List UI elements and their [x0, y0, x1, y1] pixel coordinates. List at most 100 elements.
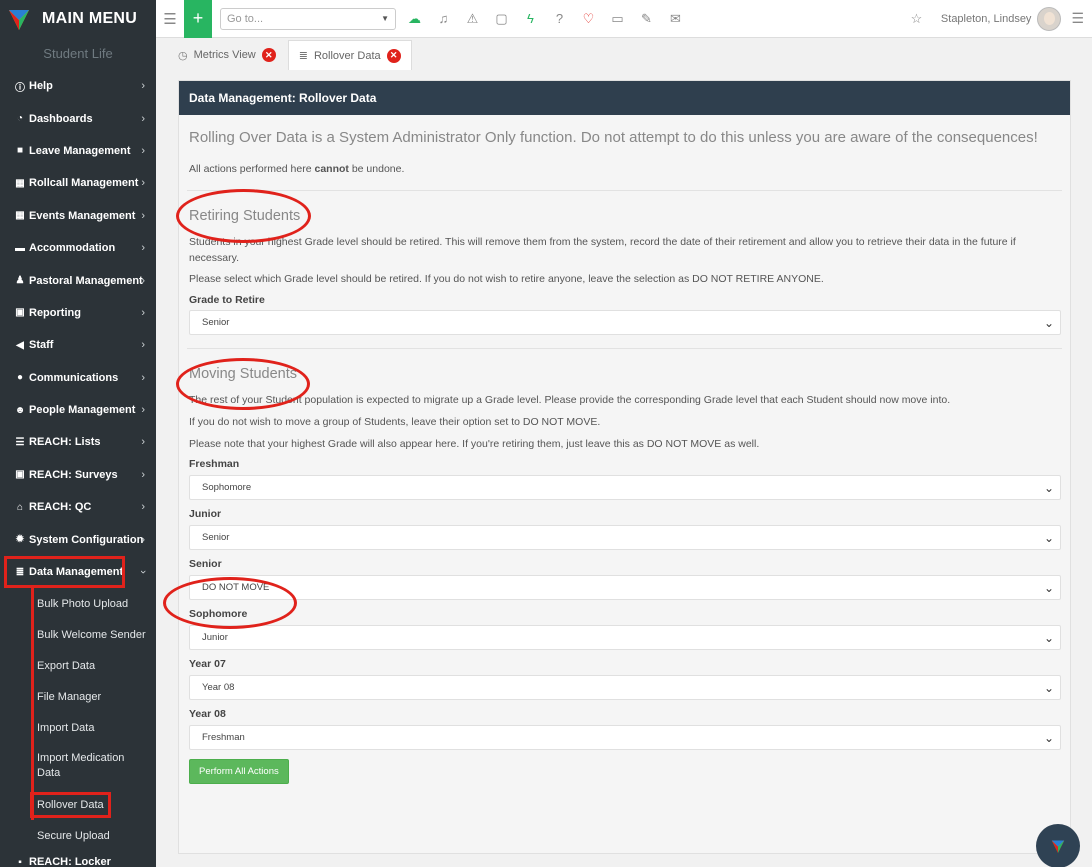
warning-icon[interactable]: ⚠	[458, 11, 487, 27]
annotation-ellipse	[163, 577, 297, 629]
retiring-instructions: Please select which Grade level should b…	[189, 273, 824, 285]
sidebar-item-label: Dashboards	[29, 112, 93, 125]
close-icon[interactable]: ✕	[261, 48, 276, 62]
help-icon[interactable]: ?	[545, 11, 574, 26]
note-icon[interactable]: ▭	[603, 11, 632, 27]
tab-rollover-data[interactable]: ≣ Rollover Data ✕	[287, 40, 412, 70]
submenu-item-bulk-photo-upload[interactable]: Bulk Photo Upload	[0, 588, 156, 619]
submenu-item-bulk-welcome-sender[interactable]: Bulk Welcome Sender	[0, 619, 156, 650]
select-year-07[interactable]: Year 08 ⌄	[189, 675, 1061, 700]
grade-to-retire-select[interactable]: Senior ⌄	[189, 310, 1061, 335]
user-name[interactable]: Stapleton, Lindsey	[941, 13, 1032, 25]
undo-note: All actions performed here cannot be und…	[189, 161, 1060, 177]
submenu-item-label: Export Data	[37, 659, 96, 672]
chevron-right-icon: ›	[141, 533, 145, 546]
chevron-right-icon: ›	[141, 112, 145, 125]
perform-all-actions-button[interactable]: Perform All Actions	[189, 759, 289, 784]
sidebar-item-data-management[interactable]: ≣ Data Management ›	[4, 555, 149, 589]
submenu-item-export-data[interactable]: Export Data	[0, 650, 156, 681]
retiring-heading: Retiring Students	[189, 208, 301, 224]
menu-toggle-icon[interactable]: ☰	[156, 10, 184, 28]
cog-icon: ✹	[15, 534, 25, 546]
chevron-down-icon: ⌄	[1043, 580, 1054, 595]
submenu-item-label: Secure Upload	[37, 829, 110, 842]
data-management-submenu: Bulk Photo Upload Bulk Welcome Sender Ex…	[0, 588, 156, 867]
sidebar-item-label: REACH: Lists	[29, 436, 101, 449]
sidebar-item-reach-qc[interactable]: ⌂ REACH: QC ›	[0, 491, 156, 523]
sidebar-item-reach-surveys[interactable]: ▣ REACH: Surveys ›	[0, 459, 156, 491]
database-icon: ≣	[298, 50, 308, 62]
submenu-item-secure-upload[interactable]: Secure Upload	[0, 820, 156, 851]
divider	[187, 348, 1062, 349]
brand-title: MAIN MENU	[42, 10, 138, 27]
brand[interactable]: MAIN MENU	[0, 0, 156, 38]
cloud-icon[interactable]: ☁	[400, 11, 429, 27]
sidebar-item-label: Rollcall Management	[29, 177, 139, 190]
divider	[187, 190, 1062, 191]
sidebar-item-reach-locker[interactable]: ▪ REACH: Locker	[0, 851, 156, 867]
chevron-down-icon: ⌄	[1043, 680, 1054, 695]
sidebar-item-pastoral-management[interactable]: ♟ Pastoral Management ›	[0, 264, 156, 296]
close-icon[interactable]: ✕	[386, 48, 401, 63]
add-button[interactable]: +	[184, 0, 212, 38]
calendar-icon[interactable]: ▢	[487, 11, 516, 27]
submenu-item-label: Rollover Data	[30, 791, 111, 818]
chevron-down-icon: ⌄	[1043, 315, 1054, 330]
sidebar-item-communications[interactable]: ● Communications ›	[0, 362, 156, 394]
sidebar-item-events-management[interactable]: ▦ Events Management ›	[0, 200, 156, 232]
lightning-icon[interactable]: ϟ	[516, 11, 545, 26]
select-year-08[interactable]: Freshman ⌄	[189, 725, 1061, 750]
sidebar-item-help[interactable]: ⓘ Help ›	[0, 70, 156, 102]
star-icon[interactable]: ☆	[902, 11, 931, 27]
sidebar-item-reporting[interactable]: ▣ Reporting ›	[0, 297, 156, 329]
submenu-item-label: Import Data	[37, 721, 95, 734]
chevron-right-icon: ›	[141, 242, 145, 255]
select-sophomore[interactable]: Junior ⌄	[189, 625, 1061, 650]
sidebar-item-dashboards[interactable]: ◔ Dashboards ›	[0, 102, 156, 134]
locker-icon: ▪	[18, 856, 22, 867]
apps-menu-icon[interactable]: ☰	[1071, 10, 1084, 27]
sidebar-item-accommodation[interactable]: ▬ Accommodation ›	[0, 232, 156, 264]
avatar[interactable]	[1037, 6, 1062, 31]
chat-icon[interactable]: ✉	[661, 11, 690, 27]
chevron-down-icon: ›	[137, 570, 150, 574]
submenu-item-import-data[interactable]: Import Data	[0, 712, 156, 743]
sidebar-item-staff[interactable]: ◀ Staff ›	[0, 329, 156, 361]
sidebar-item-people-management[interactable]: ☻ People Management ›	[0, 394, 156, 426]
select-value: Sophomore	[202, 482, 252, 493]
heartbeat-icon[interactable]: ♡	[574, 11, 603, 27]
select-value: Freshman	[202, 732, 245, 743]
select-junior[interactable]: Senior ⌄	[189, 525, 1061, 550]
field-label-sophomore: Sophomore	[189, 608, 248, 620]
annotation-bracket	[31, 587, 34, 820]
submenu-item-file-manager[interactable]: File Manager	[0, 681, 156, 712]
bell-icon[interactable]: ♫	[429, 11, 458, 26]
chat-icon: ●	[16, 372, 24, 384]
chevron-down-icon: ⌄	[1043, 730, 1054, 745]
tab-metrics-view[interactable]: ◷ Metrics View ✕	[168, 40, 286, 70]
submenu-item-label: Import Medication Data	[37, 752, 125, 780]
magic-icon[interactable]: ✎	[632, 11, 661, 27]
select-freshman[interactable]: Sophomore ⌄	[189, 475, 1061, 500]
tab-bar: ◷ Metrics View ✕ ≣ Rollover Data ✕	[156, 38, 1092, 70]
chevron-down-icon: ⌄	[1043, 630, 1054, 645]
chevron-right-icon: ›	[141, 371, 145, 384]
suitcase-icon: ■	[16, 145, 24, 157]
moving-note: Please note that your highest Grade will…	[189, 438, 760, 450]
moving-heading: Moving Students	[189, 366, 298, 382]
goto-select[interactable]: Go to... ▼	[220, 7, 396, 30]
calendar-icon: ▦	[15, 210, 25, 222]
sidebar-item-label: People Management	[29, 404, 136, 417]
submenu-item-import-medication-data[interactable]: Import Medication Data	[0, 743, 156, 789]
sidebar-item-reach-lists[interactable]: ☰ REACH: Lists ›	[0, 426, 156, 458]
sidebar-item-system-configuration[interactable]: ✹ System Configuration ›	[0, 523, 156, 555]
sidebar-item-leave-management[interactable]: ■ Leave Management ›	[0, 135, 156, 167]
submenu-item-rollover-data[interactable]: Rollover Data	[0, 789, 156, 820]
select-senior[interactable]: DO NOT MOVE ⌄	[189, 575, 1061, 600]
help-widget-button[interactable]	[1036, 824, 1080, 867]
dashboard-icon: ◔	[16, 113, 24, 125]
annotation-ellipse	[176, 358, 310, 410]
field-label-freshman: Freshman	[189, 458, 240, 470]
sidebar-item-rollcall-management[interactable]: ▦ Rollcall Management ›	[0, 167, 156, 199]
panel-title: Data Management: Rollover Data	[179, 81, 1070, 115]
